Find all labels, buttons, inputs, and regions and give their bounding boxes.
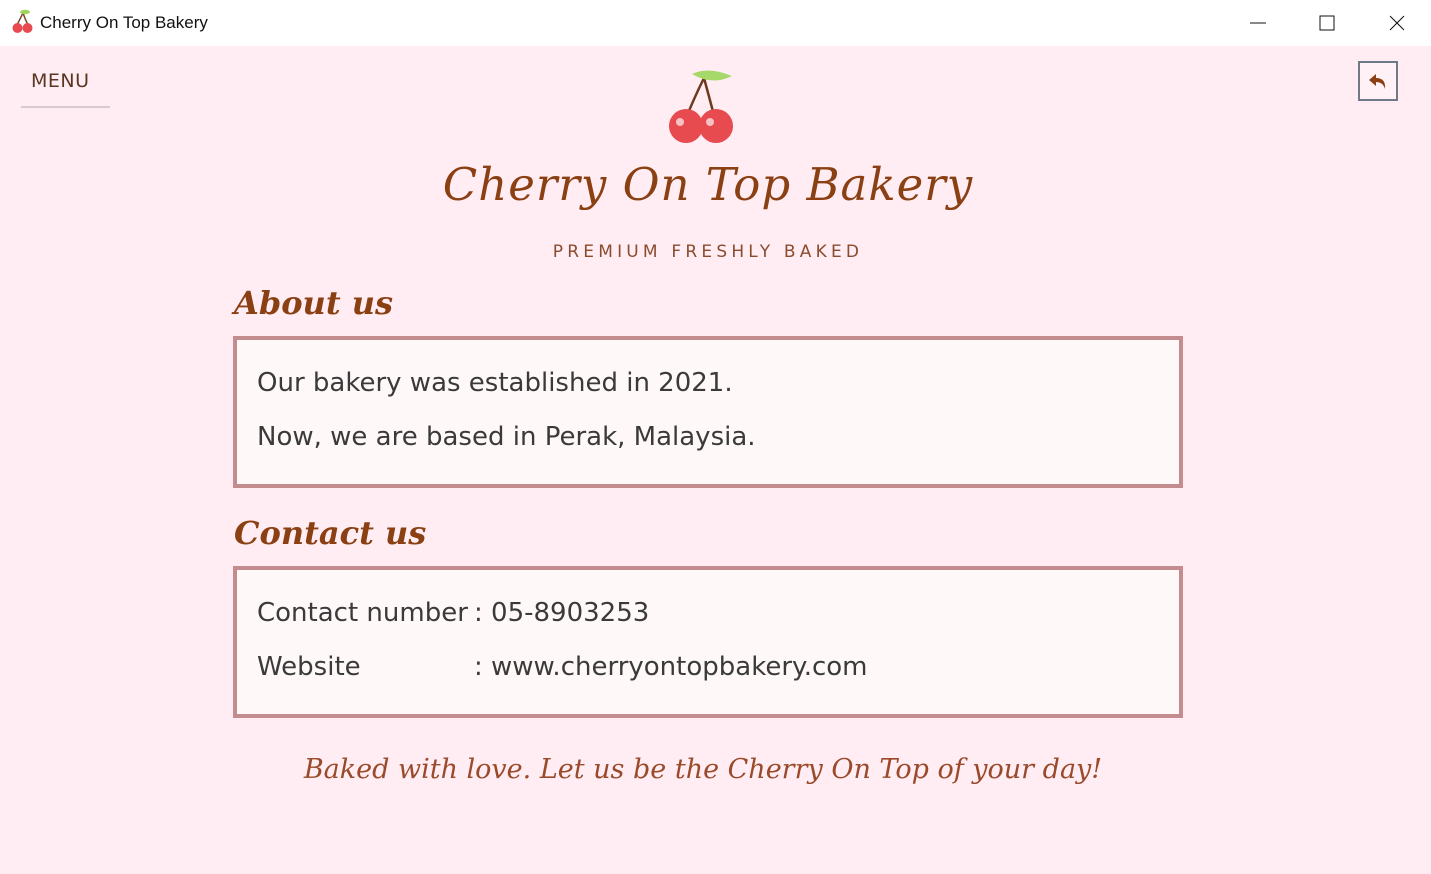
close-button[interactable]: [1363, 0, 1431, 46]
about-line-location: Now, we are based in Perak, Malaysia.: [257, 422, 756, 452]
brand-tagline: PREMIUM FRESHLY BAKED: [552, 242, 864, 262]
website-label: Website: [257, 652, 361, 682]
menu-label: MENU: [31, 70, 90, 92]
menu-button[interactable]: MENU: [21, 66, 110, 108]
close-icon: [1389, 15, 1405, 31]
back-arrow-icon: [1369, 74, 1386, 89]
footer-slogan: Baked with love. Let us be the Cherry On…: [303, 754, 1103, 785]
cherry-logo-icon: [664, 68, 740, 148]
window-title: Cherry On Top Bakery: [40, 13, 208, 32]
about-box: Our bakery was established in 2021. Now,…: [233, 336, 1183, 488]
main-content: MENU Cherry On Top Bakery PREMIUM FRESHL…: [0, 46, 1431, 874]
cherry-icon: [11, 9, 35, 35]
phone-label: Contact number: [257, 598, 468, 628]
phone-value: : 05-8903253: [474, 598, 650, 628]
brand-title: Cherry On Top Bakery: [442, 158, 974, 211]
contact-heading: Contact us: [234, 514, 427, 552]
minimize-icon: [1250, 22, 1266, 24]
window-titlebar: Cherry On Top Bakery: [0, 0, 1431, 46]
minimize-button[interactable]: [1224, 0, 1292, 46]
contact-box: Contact number : 05-8903253 Website : ww…: [233, 566, 1183, 718]
maximize-button[interactable]: [1293, 0, 1361, 46]
about-heading: About us: [234, 284, 394, 322]
about-line-established: Our bakery was established in 2021.: [257, 368, 733, 398]
back-button[interactable]: [1358, 61, 1398, 101]
maximize-icon: [1319, 15, 1335, 31]
website-value: : www.cherryontopbakery.com: [474, 652, 868, 682]
